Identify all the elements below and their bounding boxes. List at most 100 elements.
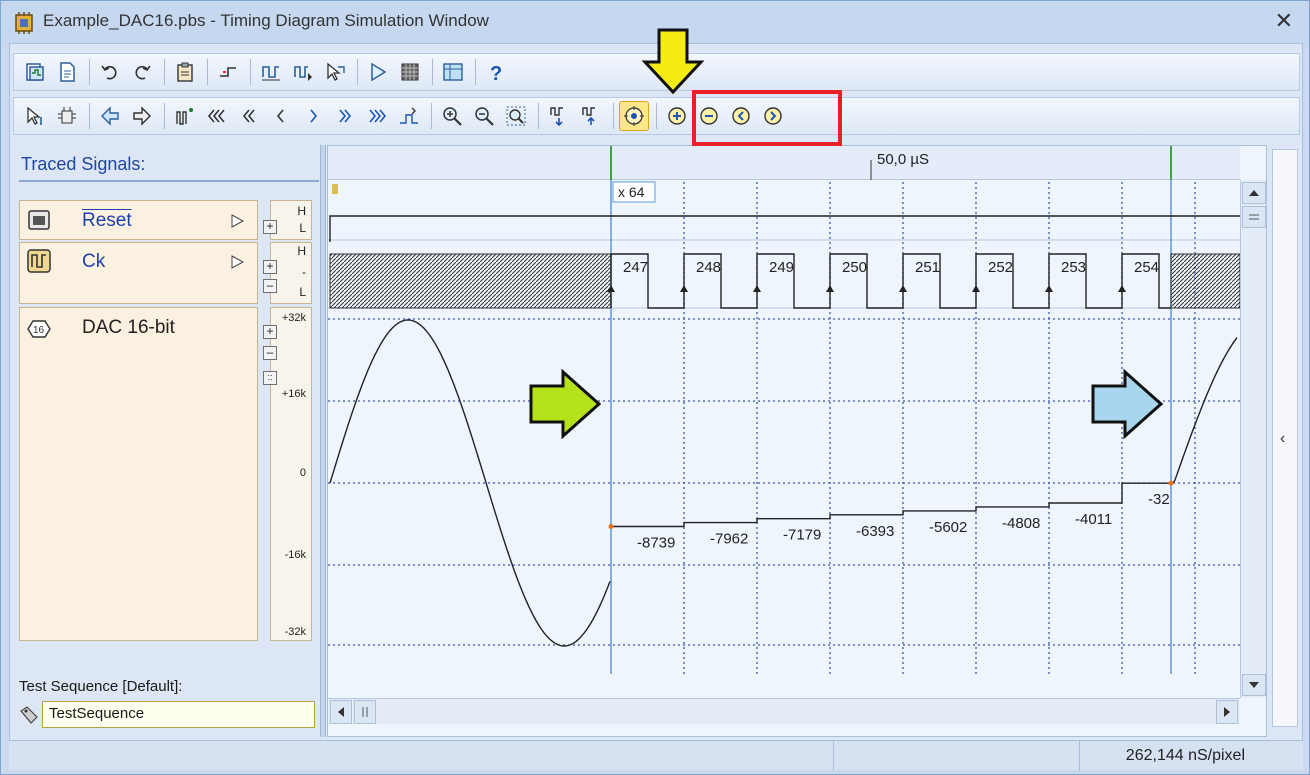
zoom-plus-icon[interactable] [662,101,692,131]
play-signal-icon[interactable] [229,254,247,270]
toolbar-separator [357,59,358,85]
first-icon[interactable] [202,101,232,131]
dac-rise-waveform [1171,337,1238,484]
end-icon[interactable] [394,101,424,131]
dac-value-label: -6393 [856,523,894,540]
vertical-scrollbar[interactable] [1240,180,1266,698]
run-icon[interactable] [363,57,393,87]
axis-label: +32k [281,312,306,324]
prev-icon[interactable] [266,101,296,131]
join-icon[interactable] [576,101,606,131]
scroll-thumb[interactable] [1242,206,1266,228]
expand-button[interactable]: + [263,325,277,339]
toolbar-separator [164,59,165,85]
toolbar-separator [207,59,208,85]
ck-dense-region [1170,253,1240,309]
scope-icon[interactable] [170,101,200,131]
scroll-thumb-h[interactable] [354,700,376,724]
bus-16-icon: 16 [27,320,51,338]
play-signal-icon[interactable] [229,213,247,229]
bug-icon[interactable] [52,101,82,131]
scroll-left-button[interactable] [330,700,352,724]
next-icon[interactable] [298,101,328,131]
dac-value-label: -5602 [929,519,967,536]
ck-waveform [610,253,1171,309]
status-scale: 262,144 nS/pixel [1125,747,1245,764]
prev-fast-icon[interactable] [234,101,264,131]
edge-marker [826,285,834,292]
sequence-icon [20,706,38,724]
svg-text:16: 16 [33,325,45,336]
toolbar-separator [613,103,614,129]
help-icon[interactable]: ? [481,57,511,87]
signal-row-dac[interactable]: 16 DAC 16-bit [19,307,258,641]
clipboard-icon[interactable] [170,57,200,87]
level-mid: - [302,265,306,279]
dac-value-label: -7962 [710,531,748,548]
status-divider [1079,741,1080,771]
undo-icon[interactable] [95,57,125,87]
traced-signals-panel: Traced Signals: Reset H L + Ck H - L + –… [13,145,319,737]
scroll-up-button[interactable] [1242,182,1266,204]
side-collapse-panel[interactable]: ‹ [1272,149,1298,727]
add-cursor-icon[interactable] [20,101,50,131]
scroll-right-button[interactable] [1216,700,1238,724]
clock-count: 247 [623,259,648,276]
toolbar-separator [89,59,90,85]
dac-value-label: -8739 [637,534,675,551]
collapse-button[interactable]: – [263,279,277,293]
close-icon[interactable]: ✕ [1275,8,1293,34]
arrow-right-icon[interactable] [127,101,157,131]
edge-marker [1118,285,1126,292]
trace-signals-icon[interactable] [20,57,50,87]
clock-count: 249 [769,259,794,276]
signal-name-dac: DAC 16-bit [82,317,175,338]
last-icon[interactable] [362,101,392,131]
reset-waveform [329,215,1240,242]
window-title: Example_DAC16.pbs - Timing Diagram Simul… [43,11,489,30]
clock-count: 252 [988,259,1013,276]
redo-icon[interactable] [127,57,157,87]
clock-count: 250 [842,259,867,276]
dac-value-label: -7179 [783,527,821,544]
level-high: H [297,204,306,218]
signal-edit2-icon[interactable] [288,57,318,87]
dac-value-label: -32 [1148,491,1170,508]
step-icon[interactable] [213,57,243,87]
grid-icon[interactable] [438,57,468,87]
center-icon[interactable] [619,101,649,131]
traced-signals-label: Traced Signals: [21,154,146,174]
zoom-out-icon[interactable] [469,101,499,131]
toolbar-separator [431,103,432,129]
waveform-canvas[interactable]: x 64 247 248 249 250 251 252 253 254 -8739 -7962 -7… [328,146,1240,698]
test-sequence-label: Test Sequence [Default]: [19,678,183,695]
edge-marker [753,285,761,292]
expand-button[interactable]: + [263,260,277,274]
stop-icon[interactable] [395,57,425,87]
signal-row-ck[interactable]: Ck [19,242,258,304]
waveform-area[interactable]: 50,0 µS x 64 247 248 249 250 251 252 253 254 -873… [327,145,1267,737]
report-icon[interactable] [52,57,82,87]
zoom-fit-icon[interactable] [501,101,531,131]
signal-edit-icon[interactable] [256,57,286,87]
signal-row-reset[interactable]: Reset [19,200,258,240]
level-low: L [299,285,306,299]
expand-button[interactable]: + [263,220,277,234]
zoom-in-icon[interactable] [437,101,467,131]
clock-count: 253 [1061,259,1086,276]
test-sequence-field[interactable]: TestSequence [42,701,315,728]
signal-name-ck: Ck [82,251,106,272]
clock-count: 251 [915,259,940,276]
fit-button[interactable]: :: [263,371,277,385]
next-fast-icon[interactable] [330,101,360,131]
collapse-button[interactable]: – [263,346,277,360]
panel-splitter[interactable] [320,145,326,737]
horizontal-scrollbar[interactable] [328,698,1240,724]
clock-count: 248 [696,259,721,276]
navigation-toolbar [13,97,1300,135]
split-icon[interactable] [544,101,574,131]
arrow-left-icon[interactable] [95,101,125,131]
scroll-down-button[interactable] [1242,674,1266,696]
chevron-left-icon[interactable]: ‹ [1280,430,1285,448]
cursor-select-icon[interactable] [320,57,350,87]
